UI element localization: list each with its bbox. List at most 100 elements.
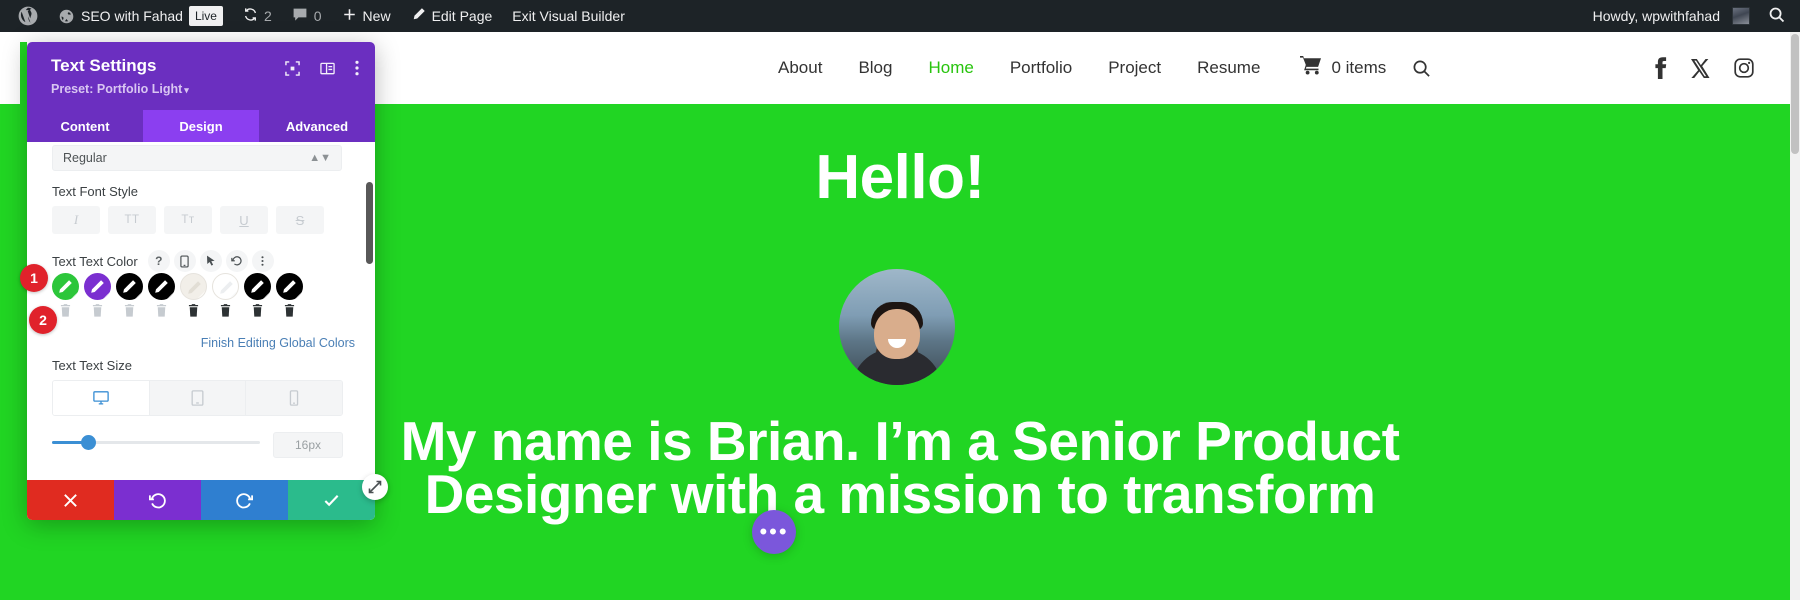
focus-target-icon[interactable]	[285, 60, 300, 76]
slider-handle[interactable]	[81, 435, 96, 450]
callout-badge-1: 1	[20, 264, 48, 292]
color-swatch-black-2[interactable]	[148, 273, 175, 300]
nav-item-portfolio[interactable]: Portfolio	[992, 58, 1090, 78]
settings-scrollbar[interactable]	[366, 182, 373, 264]
updates-icon	[243, 7, 258, 25]
resize-handle-icon[interactable]	[362, 474, 388, 500]
nav-item-blog[interactable]: Blog	[840, 58, 910, 78]
responsive-phone-icon[interactable]	[173, 250, 196, 272]
options-kebab-icon[interactable]	[251, 250, 274, 272]
color-swatch-purple[interactable]	[84, 273, 111, 300]
desktop-icon[interactable]	[53, 381, 150, 415]
modal-action-bar	[27, 480, 375, 520]
modal-tabs: Content Design Advanced	[27, 110, 375, 142]
trash-icon[interactable]	[116, 304, 143, 317]
finish-editing-global-colors-link[interactable]: Finish Editing Global Colors	[201, 336, 355, 350]
color-swatch-cream[interactable]	[180, 273, 207, 300]
edit-page-label: Edit Page	[431, 8, 493, 24]
trash-icon[interactable]	[276, 304, 303, 317]
text-size-input[interactable]: 16px	[273, 432, 343, 458]
trash-icon[interactable]	[148, 304, 175, 317]
phone-icon[interactable]	[246, 381, 342, 415]
strikethrough-button[interactable]: S	[276, 206, 324, 234]
comment-bubble-icon	[292, 7, 308, 26]
trash-icon[interactable]	[84, 304, 111, 317]
site-search-icon[interactable]	[1412, 59, 1431, 78]
modal-header-icons	[285, 60, 359, 76]
help-icon[interactable]: ?	[147, 250, 170, 272]
updates-count: 2	[263, 8, 272, 24]
nav-links: About Blog Home Portfolio Project Resume…	[760, 32, 1431, 104]
wordpress-logo-icon[interactable]	[8, 0, 48, 32]
color-swatch-black-4[interactable]	[276, 273, 303, 300]
redo-button[interactable]	[201, 480, 288, 520]
site-name-menu[interactable]: SEO with Fahad Live	[48, 0, 233, 32]
page-scrollbar[interactable]	[1790, 32, 1800, 600]
font-weight-value: Regular	[63, 151, 107, 165]
edit-page-menu[interactable]: Edit Page	[401, 0, 503, 32]
page-title: Text Settings	[51, 56, 157, 75]
kebab-menu-icon[interactable]	[355, 60, 359, 76]
exit-visual-builder-menu[interactable]: Exit Visual Builder	[502, 0, 635, 32]
nav-item-about[interactable]: About	[760, 58, 840, 78]
facebook-icon[interactable]	[1654, 57, 1667, 79]
reset-icon[interactable]	[225, 250, 248, 272]
color-swatch-black-3[interactable]	[244, 273, 271, 300]
adminbar-search-icon[interactable]	[1768, 6, 1786, 27]
howdy-label: Howdy, wpwithfahad	[1592, 8, 1720, 24]
trash-icon[interactable]	[244, 304, 271, 317]
trash-icon[interactable]	[180, 304, 207, 317]
cancel-button[interactable]	[27, 480, 114, 520]
undo-button[interactable]	[114, 480, 201, 520]
tab-content[interactable]: Content	[27, 110, 143, 142]
hover-cursor-icon[interactable]	[199, 250, 222, 272]
color-swatch-black-1[interactable]	[116, 273, 143, 300]
uppercase-button[interactable]: TT	[108, 206, 156, 234]
color-swatch-white[interactable]	[212, 273, 239, 300]
divi-text-settings-modal: Text Settings Preset: Portfolio Light ▾ C…	[27, 42, 375, 520]
underline-button[interactable]: U	[220, 206, 268, 234]
settings-scroll-area: Regular ▲▼ Text Font Style I TT Tᴛ U S T…	[27, 142, 375, 480]
font-style-buttons: I TT Tᴛ U S	[52, 206, 324, 234]
comments-menu[interactable]: 0	[282, 0, 332, 32]
profile-photo	[839, 269, 955, 385]
tablet-icon[interactable]	[149, 381, 247, 415]
callout-badge-2: 2	[29, 306, 57, 334]
cart-link[interactable]: 0 items	[1278, 56, 1386, 80]
layout-columns-icon[interactable]	[320, 61, 335, 76]
live-badge: Live	[188, 6, 223, 26]
instagram-icon[interactable]	[1734, 58, 1754, 78]
exit-visual-builder-label: Exit Visual Builder	[512, 8, 625, 24]
trash-icon[interactable]	[212, 304, 239, 317]
font-weight-select[interactable]: Regular ▲▼	[52, 145, 342, 171]
updates-menu[interactable]: 2	[233, 0, 282, 32]
preset-dropdown[interactable]: Preset: Portfolio Light ▾	[51, 82, 189, 96]
select-arrows-icon: ▲▼	[309, 151, 331, 164]
text-color-label-row: Text Text Color ?	[52, 250, 278, 272]
site-name-label: SEO with Fahad	[81, 8, 183, 24]
plus-icon	[342, 7, 357, 25]
new-label: New	[362, 8, 391, 24]
chevron-down-icon: ▾	[184, 85, 189, 95]
social-links	[1654, 32, 1754, 104]
user-avatar	[1732, 7, 1750, 25]
italic-button[interactable]: I	[52, 206, 100, 234]
nav-item-home[interactable]: Home	[910, 58, 991, 78]
swatch-delete-row	[52, 304, 303, 317]
shopping-cart-icon	[1300, 56, 1322, 80]
comments-count: 0	[313, 8, 322, 24]
tab-advanced[interactable]: Advanced	[259, 110, 375, 142]
my-account-menu[interactable]: Howdy, wpwithfahad	[1583, 0, 1760, 32]
nav-item-project[interactable]: Project	[1090, 58, 1179, 78]
color-swatch-green[interactable]	[52, 273, 79, 300]
new-content-menu[interactable]: New	[332, 0, 401, 32]
global-color-swatches	[52, 273, 303, 300]
small-caps-button[interactable]: Tᴛ	[164, 206, 212, 234]
pencil-icon	[411, 7, 426, 25]
wp-admin-bar: SEO with Fahad Live 2 0 New Edit Page Ex…	[0, 0, 1800, 32]
x-twitter-icon[interactable]	[1691, 58, 1710, 78]
nav-item-resume[interactable]: Resume	[1179, 58, 1278, 78]
tab-design[interactable]: Design	[143, 110, 259, 142]
divi-add-module-button[interactable]: •••	[752, 510, 796, 554]
text-text-size-label: Text Text Size	[52, 358, 132, 373]
